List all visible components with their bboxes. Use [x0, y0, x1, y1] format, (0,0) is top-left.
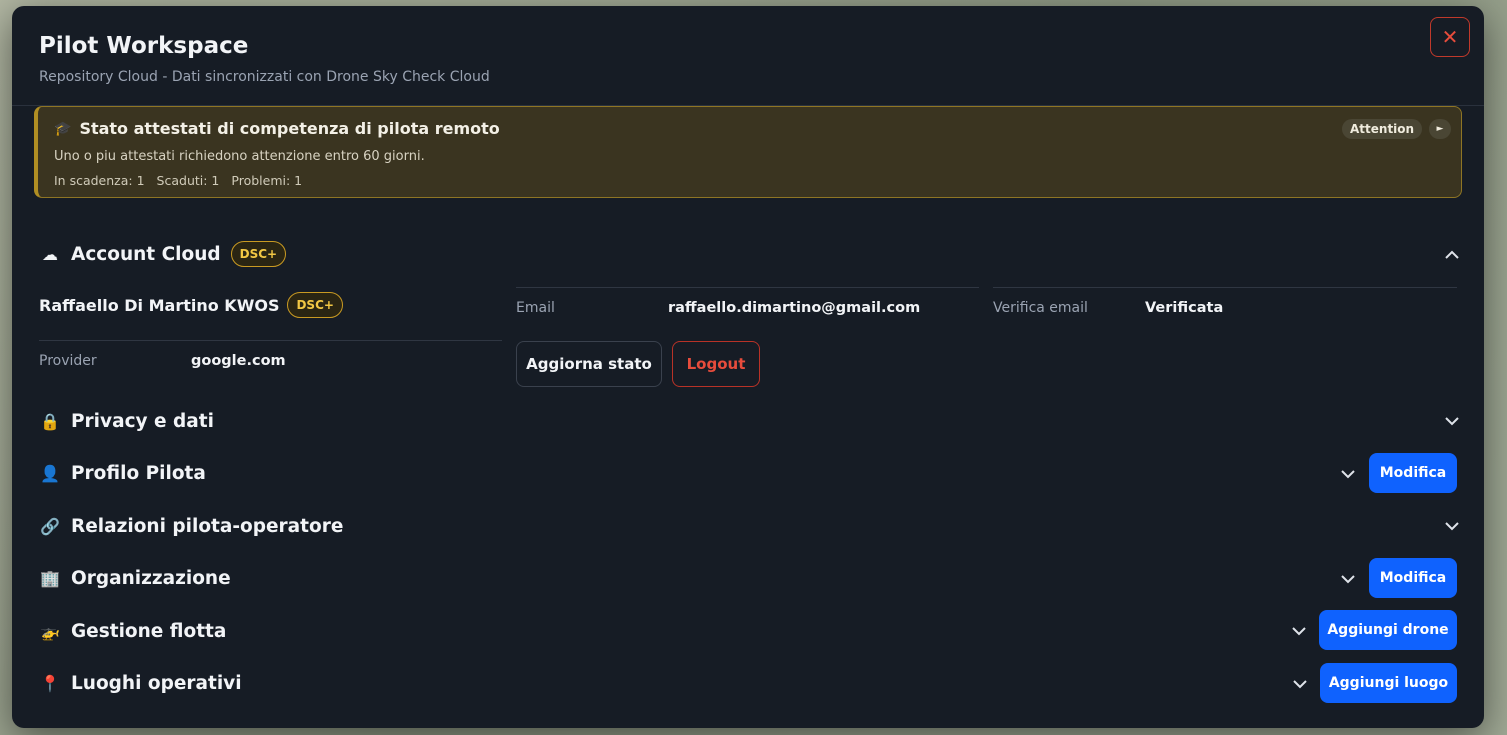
provider-value: google.com — [191, 353, 286, 369]
lock-icon: 🔒 — [40, 412, 60, 431]
section-account-cloud[interactable]: ☁ Account Cloud DSC+ — [39, 241, 287, 267]
section-organization[interactable]: 🏢 Organizzazione — [39, 568, 231, 589]
expand-alert-button[interactable]: ► — [1429, 119, 1451, 139]
stat-expiring: In scadenza: 1 — [54, 173, 145, 188]
add-drone-button[interactable]: Aggiungi drone — [1319, 610, 1457, 650]
add-location-button[interactable]: Aggiungi luogo — [1320, 663, 1457, 703]
cloud-icon: ☁ — [42, 244, 58, 264]
account-name: Raffaello Di Martino KWOS DSC+ — [39, 292, 343, 318]
stat-problems: Problemi: 1 — [231, 173, 303, 188]
divider — [993, 287, 1457, 288]
certificate-status-alert: 🎓 Stato attestati di competenza di pilot… — [34, 106, 1462, 198]
building-icon: 🏢 — [40, 569, 60, 588]
alert-title: 🎓 Stato attestati di competenza di pilot… — [54, 119, 500, 138]
alert-stats: In scadenza: 1 Scaduti: 1 Problemi: 1 — [54, 173, 302, 188]
section-privacy[interactable]: 🔒 Privacy e dati — [39, 411, 214, 432]
divider — [516, 287, 979, 288]
chevron-down-icon[interactable] — [1339, 465, 1357, 483]
chevron-down-icon[interactable] — [1443, 517, 1461, 535]
chevron-down-icon[interactable] — [1291, 675, 1309, 693]
alert-message: Uno o piu attestati richiedono attenzion… — [54, 149, 425, 164]
dsc-plus-badge: DSC+ — [230, 241, 287, 267]
page-title: Pilot Workspace — [39, 33, 249, 59]
section-pilot-profile[interactable]: 👤 Profilo Pilota — [39, 463, 206, 484]
section-fleet-management[interactable]: 🚁 Gestione flotta — [39, 621, 226, 642]
pilot-workspace-modal: Pilot Workspace Repository Cloud - Dati … — [12, 6, 1484, 728]
edit-profile-button[interactable]: Modifica — [1369, 453, 1457, 493]
modal-header: Pilot Workspace Repository Cloud - Dati … — [12, 6, 1484, 106]
verify-email-label: Verifica email — [993, 300, 1088, 316]
verify-email-value: Verificata — [1145, 300, 1224, 316]
attention-badge: Attention — [1342, 119, 1423, 139]
play-icon: ► — [1436, 124, 1444, 134]
stat-expired: Scaduti: 1 — [156, 173, 220, 188]
name-dsc-plus-badge: DSC+ — [287, 292, 343, 318]
graduation-cap-icon: 🎓 — [54, 120, 72, 137]
pin-icon: 📍 — [40, 674, 60, 693]
page-subtitle: Repository Cloud - Dati sincronizzati co… — [39, 69, 490, 85]
chevron-down-icon[interactable] — [1290, 622, 1308, 640]
chevron-down-icon[interactable] — [1443, 412, 1461, 430]
helicopter-icon: 🚁 — [40, 622, 60, 641]
chevron-up-icon[interactable] — [1443, 246, 1461, 264]
user-icon: 👤 — [40, 464, 60, 483]
section-pilot-operator-relations[interactable]: 🔗 Relazioni pilota-operatore — [39, 516, 343, 537]
close-icon: ✕ — [1441, 25, 1459, 49]
edit-organization-button[interactable]: Modifica — [1369, 558, 1457, 598]
section-operating-locations[interactable]: 📍 Luoghi operativi — [39, 673, 242, 694]
email-label: Email — [516, 300, 555, 316]
link-icon: 🔗 — [40, 517, 60, 536]
provider-label: Provider — [39, 353, 97, 369]
divider — [39, 340, 502, 341]
refresh-status-button[interactable]: Aggiorna stato — [516, 341, 662, 387]
logout-button[interactable]: Logout — [672, 341, 760, 387]
email-value: raffaello.dimartino@gmail.com — [668, 300, 921, 316]
chevron-down-icon[interactable] — [1339, 570, 1357, 588]
close-button[interactable]: ✕ — [1430, 17, 1470, 57]
